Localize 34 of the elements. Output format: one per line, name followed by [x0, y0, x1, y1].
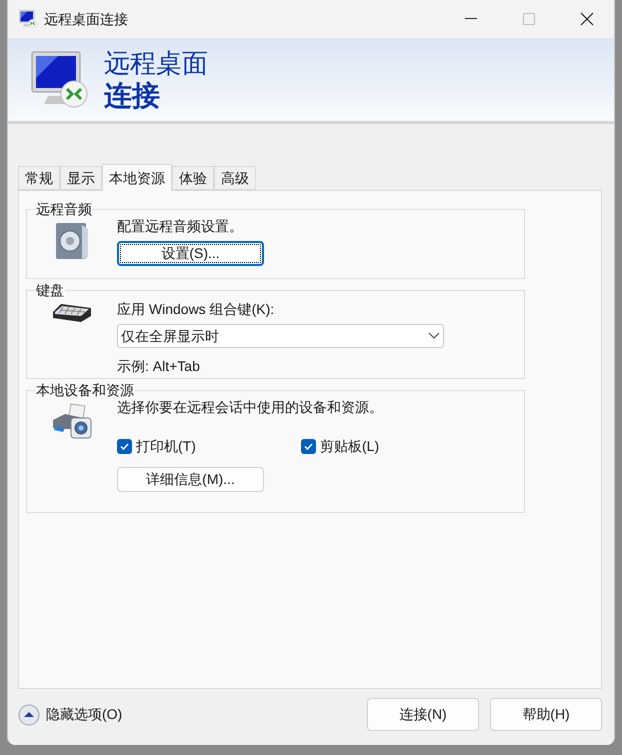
tab[interactable]: 显示 [60, 166, 102, 190]
description-text: 配置远程音频设置。 [117, 217, 244, 235]
hide-options-button[interactable]: 隐藏选项(O) [18, 704, 122, 726]
chevron-down-icon [428, 332, 440, 340]
checkbox-label: 打印机(T) [136, 437, 196, 456]
dropdown[interactable]: 仅在全屏显示时 [117, 324, 444, 348]
minimize-icon [465, 18, 477, 20]
checkbox-label: 剪贴板(L) [320, 437, 380, 456]
tab[interactable]: 常规 [18, 166, 60, 190]
checkbox[interactable] [301, 439, 316, 454]
app-icon [18, 9, 38, 29]
field-label: 应用 Windows 组合键(K): [117, 300, 276, 318]
description-text: 选择你要在远程会话中使用的设备和资源。 [117, 398, 384, 416]
example-text: 示例: Alt+Tab [117, 357, 201, 375]
maximize-icon [523, 13, 535, 25]
tab[interactable]: 本地资源 [102, 164, 172, 191]
checkmark-icon [303, 441, 314, 452]
speaker-icon [54, 221, 90, 261]
keyboard-icon [51, 302, 93, 324]
checkmark-icon [119, 441, 130, 452]
close-icon [580, 12, 594, 26]
group-title: 远程音频 [35, 201, 93, 217]
tab[interactable]: 高级 [214, 166, 256, 190]
dialog-button[interactable]: 连接(N) [367, 698, 479, 731]
banner-subtitle: 连接 [104, 78, 161, 112]
tab[interactable]: 体验 [172, 166, 214, 190]
dialog-button[interactable]: 帮助(H) [490, 698, 602, 731]
group-title: 本地设备和资源 [35, 382, 135, 398]
settings-button[interactable]: 详细信息(M)... [117, 467, 264, 492]
banner-title: 远程桌面 [104, 46, 208, 78]
settings-button[interactable]: 设置(S)... [117, 241, 264, 266]
group-title: 键盘 [35, 282, 65, 298]
checkbox[interactable] [117, 439, 132, 454]
window-title: 远程桌面连接 [44, 10, 128, 28]
